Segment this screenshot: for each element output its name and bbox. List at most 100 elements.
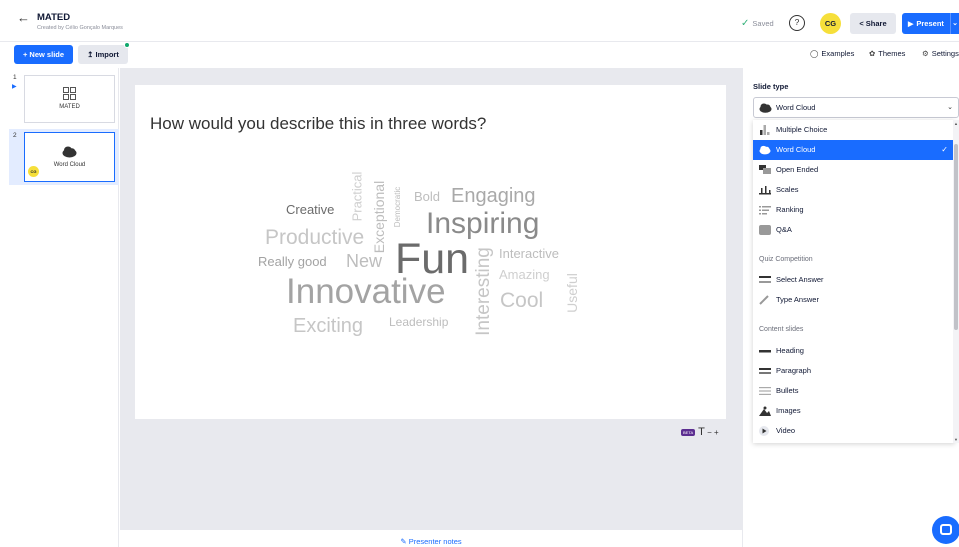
share-label: Share (865, 19, 887, 28)
slide-thumbnail-1[interactable]: MATED (24, 75, 115, 123)
dropdown-item-multiple-choice[interactable]: Multiple Choice (753, 120, 955, 140)
share-button[interactable]: < Share (850, 13, 896, 34)
themes-button[interactable]: ✿ Themes (869, 49, 905, 58)
dropdown-item-qa[interactable]: Q&A (753, 220, 955, 240)
chevron-down-icon[interactable]: ⌄ (950, 13, 959, 34)
upload-icon: ↥ (87, 50, 96, 59)
word-cloud-word: Creative (286, 202, 335, 217)
themes-label: Themes (878, 49, 906, 58)
pencil-icon: ✎ (400, 537, 409, 546)
type-answer-icon (759, 295, 769, 305)
present-button[interactable]: ▶ Present ⌄ (902, 13, 959, 34)
word-cloud-word: Democratic (393, 186, 403, 228)
slide-type-value: Word Cloud (776, 103, 816, 112)
dropdown-scrollbar[interactable]: ▲ ▼ (953, 120, 959, 443)
word-cloud-word: Interesting (472, 247, 494, 336)
word-cloud-word: Amazing (499, 267, 550, 282)
video-icon (759, 426, 769, 436)
dropdown-item-label: Heading (776, 346, 804, 355)
dropdown-item-label: Video (776, 426, 796, 435)
back-arrow-icon[interactable]: ← (17, 11, 30, 24)
section-heading-content: Content slides (759, 326, 804, 333)
import-button[interactable]: ↥ Import (78, 45, 128, 64)
dropdown-item-label: Q&A (776, 225, 792, 234)
increase-text-button[interactable]: + (714, 428, 719, 437)
examples-label: Examples (821, 49, 855, 58)
new-slide-button[interactable]: + New slide (14, 45, 73, 64)
dropdown-item-open-ended[interactable]: Open Ended (753, 160, 955, 180)
settings-label: Settings (931, 49, 959, 58)
word-cloud-icon (62, 146, 77, 158)
dropdown-item-label: Images (776, 406, 801, 415)
slide-thumbnail-label: Word Cloud (53, 162, 86, 168)
text-size-control: BETA T − + (681, 426, 719, 438)
qa-icon (759, 225, 771, 235)
word-cloud-word: Engaging (451, 185, 536, 207)
chat-support-button[interactable] (932, 516, 959, 544)
avatar: CG (28, 166, 39, 177)
slide-thumbnail-label: MATED (59, 104, 80, 110)
images-icon (759, 406, 771, 416)
dropdown-item-label: Type Answer (776, 295, 819, 304)
chat-icon (940, 524, 952, 535)
notification-dot (124, 42, 130, 48)
dropdown-item-bullets[interactable]: Bullets (753, 381, 955, 401)
word-cloud-word: New (346, 251, 383, 271)
dropdown-item-heading[interactable]: Heading (753, 341, 955, 361)
slide-type-select[interactable]: Word Cloud ⌄ (753, 97, 959, 118)
settings-button[interactable]: ⚙ Settings (922, 49, 959, 58)
slide-question[interactable]: How would you describe this in three wor… (150, 114, 486, 134)
word-cloud-word: Cool (500, 289, 544, 312)
word-cloud-word: Leadership (389, 315, 449, 329)
presentation-author: Created by Célio Gonçalo Marques (37, 25, 123, 31)
dropdown-item-label: Paragraph (776, 366, 812, 375)
present-label: Present (916, 19, 944, 28)
dropdown-item-type-answer[interactable]: Type Answer (753, 290, 955, 310)
word-cloud-word: Bold (414, 189, 441, 204)
dropdown-item-label: Ranking (776, 205, 804, 214)
ranking-icon (759, 206, 771, 215)
word-cloud-word: Productive (265, 226, 365, 249)
slide-number: 2 (13, 132, 17, 139)
scrollbar-thumb[interactable] (954, 144, 958, 330)
presentation-title[interactable]: MATED (37, 12, 70, 23)
presenter-notes-button[interactable]: ✎ Presenter notes (120, 530, 742, 547)
examples-button[interactable]: ◯ Examples (810, 49, 854, 58)
word-cloud-word: Exceptional (371, 180, 388, 254)
quiz-grid-icon (63, 87, 76, 100)
heading-icon (759, 350, 771, 353)
bar-chart-icon (760, 125, 770, 135)
dropdown-item-images[interactable]: Images (753, 401, 955, 421)
word-cloud-word: Useful (563, 273, 580, 313)
section-heading-quiz: Quiz Competition (759, 256, 813, 263)
word-cloud-word: Interactive (499, 246, 559, 261)
chevron-down-icon: ⌄ (947, 104, 953, 111)
dropdown-item-word-cloud[interactable]: Word Cloud ✓ (753, 140, 955, 160)
play-icon: ▶ (12, 84, 17, 90)
dropdown-item-video[interactable]: Video (753, 421, 955, 441)
speech-bubbles-icon (759, 165, 771, 174)
presenter-notes-label: Presenter notes (408, 537, 462, 546)
scroll-up-icon[interactable]: ▲ (953, 121, 959, 126)
dropdown-item-paragraph[interactable]: Paragraph (753, 361, 955, 381)
help-icon[interactable]: ? (789, 15, 805, 31)
import-label: Import (95, 50, 119, 59)
word-cloud-icon (759, 145, 771, 155)
lightbulb-icon: ◯ (810, 49, 819, 58)
dropdown-item-select-answer[interactable]: Select Answer (753, 270, 955, 290)
text-size-icon: T (698, 426, 705, 438)
scroll-down-icon[interactable]: ▼ (953, 437, 959, 442)
dropdown-item-scales[interactable]: Scales (753, 180, 955, 200)
saved-label: Saved (752, 19, 774, 28)
dropdown-item-label: Multiple Choice (776, 125, 828, 134)
palette-icon: ✿ (869, 49, 876, 58)
decrease-text-button[interactable]: − (707, 428, 712, 437)
scales-icon (759, 186, 771, 195)
avatar[interactable]: CG (820, 13, 841, 34)
slide-type-label: Slide type (753, 82, 789, 91)
slide-thumbnail-2[interactable]: Word Cloud CG (24, 132, 115, 182)
play-icon: ▶ (908, 21, 914, 28)
dropdown-item-ranking[interactable]: Ranking (753, 200, 955, 220)
word-cloud-word: Practical (349, 171, 365, 222)
dropdown-item-label: Scales (776, 185, 799, 194)
